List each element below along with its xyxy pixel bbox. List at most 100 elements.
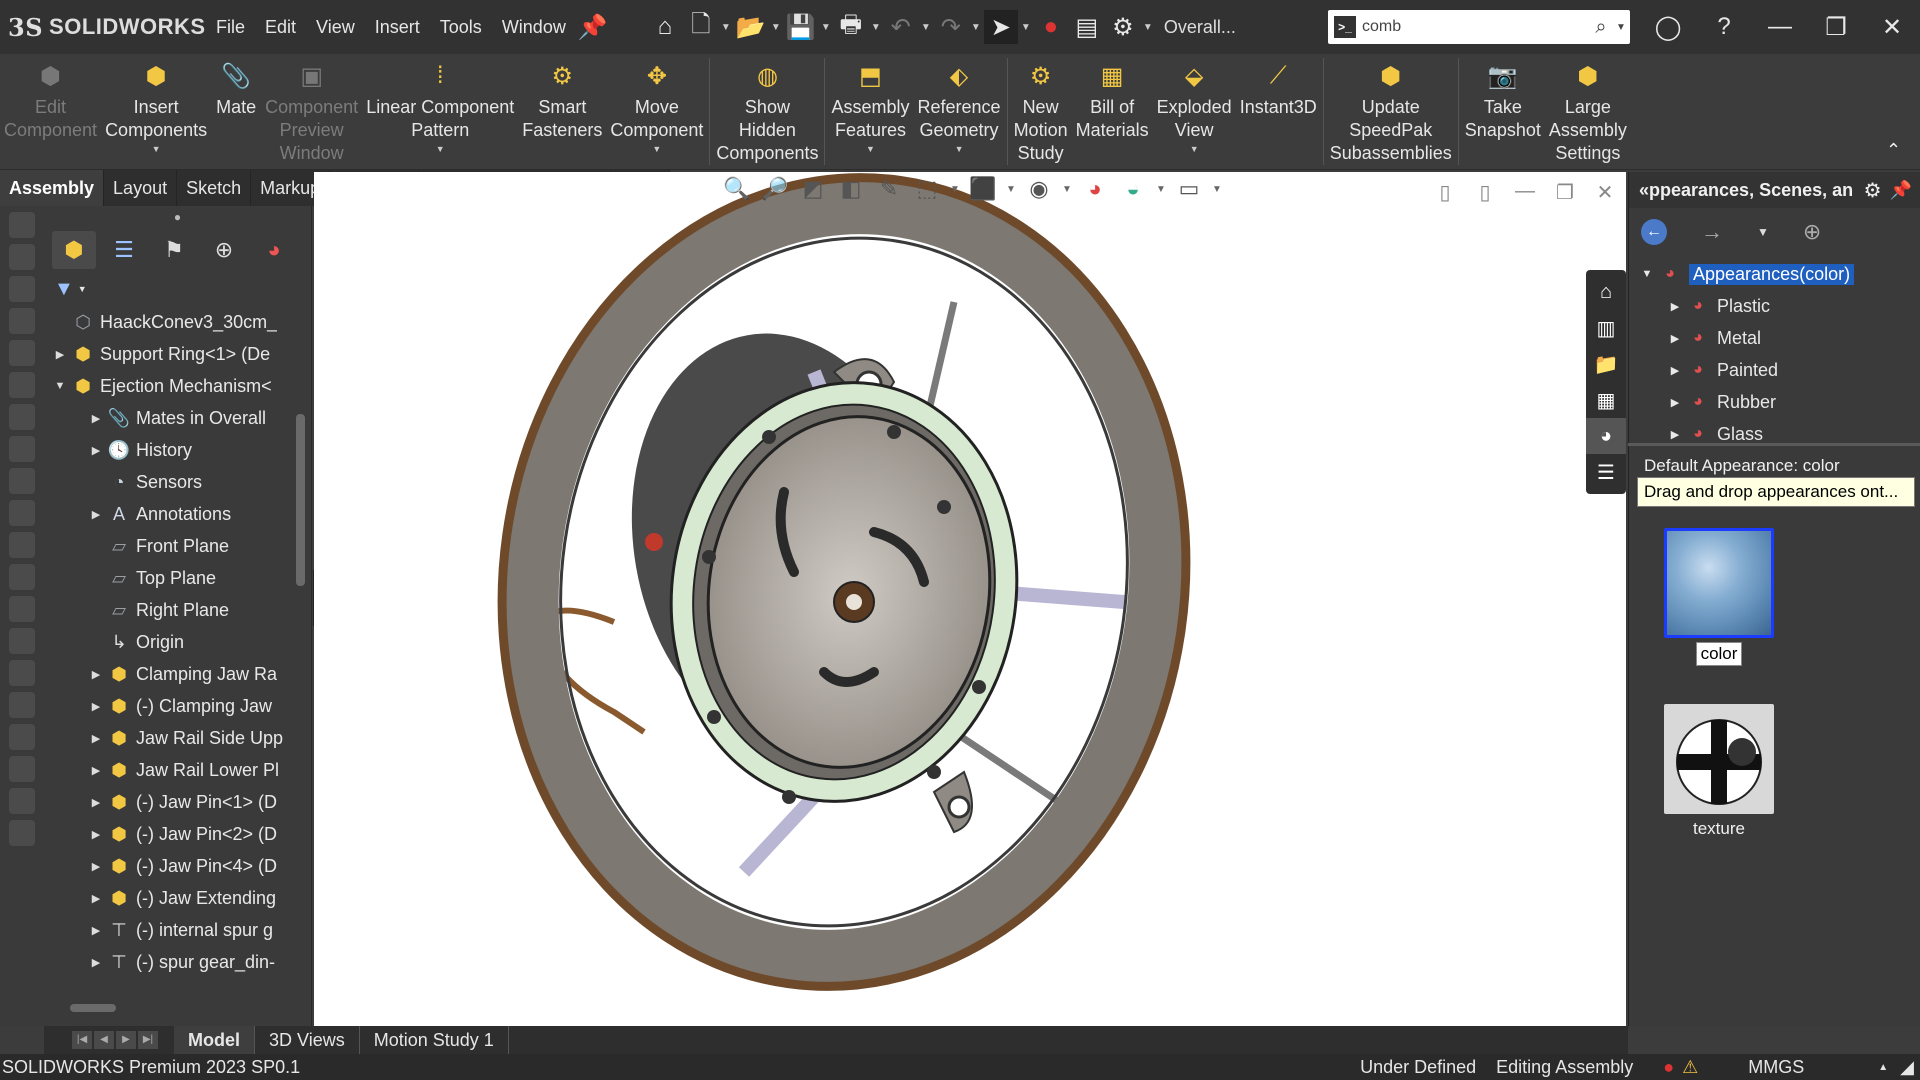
rebuild-traffic-light-icon[interactable]: ● xyxy=(1034,10,1068,44)
tree-item[interactable]: ⬡ HaackConev3_30cm_ xyxy=(44,306,294,338)
search-commands-box[interactable]: >_ ⌕ ▼ xyxy=(1328,10,1630,44)
expand-arrow-icon[interactable]: ▶ xyxy=(86,668,106,681)
chevron-down-icon[interactable]: ▼ xyxy=(78,284,87,294)
configuration-manager-tab-icon[interactable]: ⚑ xyxy=(152,231,196,269)
edit-component-button[interactable]: ⬢ Edit Component xyxy=(0,54,101,169)
insert-components-button[interactable]: ⬢ Insert Components ▼ xyxy=(101,54,211,169)
appearance-folder[interactable]: ▶ ◕ Plastic xyxy=(1629,290,1920,322)
expand-arrow-icon[interactable]: ▶ xyxy=(86,444,106,457)
tree-item[interactable]: ▶ ⬢ Clamping Jaw Ra xyxy=(44,658,294,690)
first-tab-icon[interactable]: |◀ xyxy=(72,1031,92,1049)
print-icon[interactable]: 🖶 xyxy=(834,10,868,44)
tree-horizontal-scrollbar[interactable] xyxy=(70,1004,116,1012)
appearances-scenes-icon[interactable]: ◕ xyxy=(1586,418,1626,454)
next-tab-icon[interactable]: ▶ xyxy=(116,1031,136,1049)
chevron-down-icon[interactable]: ▼ xyxy=(1020,22,1032,33)
expand-arrow-icon[interactable]: ▶ xyxy=(1665,428,1685,441)
save-icon[interactable]: 💾 xyxy=(784,10,818,44)
chevron-down-icon[interactable]: ▼ xyxy=(1004,184,1018,195)
chevron-down-icon[interactable]: ▼ xyxy=(436,144,445,154)
minimize-icon[interactable]: — xyxy=(1752,13,1808,41)
linear-pattern-button[interactable]: ⁞ Linear Component Pattern ▼ xyxy=(362,54,518,169)
tree-item[interactable]: ▶ ⬢ (-) Clamping Jaw xyxy=(44,690,294,722)
split-left-icon[interactable]: ▯ xyxy=(1430,180,1460,205)
exploded-view-button[interactable]: ⬙ Exploded View ▼ xyxy=(1153,54,1236,169)
expand-arrow-icon[interactable]: ▶ xyxy=(1665,332,1685,345)
file-explorer-icon[interactable]: 📁 xyxy=(1586,346,1626,382)
expand-arrow-icon[interactable]: ▶ xyxy=(86,828,106,841)
menu-edit[interactable]: Edit xyxy=(255,0,306,54)
forward-icon[interactable]: → xyxy=(1701,219,1723,245)
solidworks-resources-icon[interactable]: ⌂ xyxy=(1586,274,1626,310)
assembly-model[interactable] xyxy=(314,172,1626,1026)
tree-item[interactable]: ▶ 🕓 History xyxy=(44,434,294,466)
chevron-up-icon[interactable]: ▲ xyxy=(1878,1062,1888,1073)
tab-sketch[interactable]: Sketch xyxy=(177,170,252,206)
solidworks-logo[interactable]: 3S SOLIDWORKS xyxy=(0,13,206,42)
feature-tree-tab-icon[interactable]: ⬢ xyxy=(52,231,96,269)
expand-arrow-icon[interactable]: ▶ xyxy=(86,892,106,905)
tree-item[interactable]: ▶ 📎 Mates in Overall xyxy=(44,402,294,434)
tree-item[interactable]: ▶ ⬢ (-) Jaw Extending xyxy=(44,882,294,914)
tree-item[interactable]: ▶ ⬢ Jaw Rail Lower Pl xyxy=(44,754,294,786)
panel-drag-handle[interactable]: ● xyxy=(44,206,311,228)
tab-layout[interactable]: Layout xyxy=(104,170,178,206)
move-component-button[interactable]: ✥ Move Component ▼ xyxy=(606,54,707,169)
menu-view[interactable]: View xyxy=(306,0,365,54)
split-right-icon[interactable]: ▯ xyxy=(1470,180,1500,205)
chevron-down-icon[interactable]: ▼ xyxy=(652,144,661,154)
chevron-down-icon[interactable]: ▼ xyxy=(955,144,964,154)
menu-window[interactable]: Window xyxy=(492,0,576,54)
file-properties-icon[interactable]: ▤ xyxy=(1070,10,1104,44)
display-manager-tab-icon[interactable]: ◕ xyxy=(252,231,296,269)
chevron-down-icon[interactable]: ▼ xyxy=(152,144,161,154)
minimize-icon[interactable]: — xyxy=(1510,180,1540,205)
pane-splitter[interactable] xyxy=(1628,443,1920,446)
warning-icon[interactable]: ⚠ xyxy=(1682,1057,1698,1078)
resize-grip-icon[interactable]: ◢ xyxy=(1900,1057,1914,1078)
tree-item[interactable]: ▶ ⊤ (-) internal spur g xyxy=(44,914,294,946)
zoom-to-fit-icon[interactable]: 🔍 xyxy=(720,176,754,202)
chevron-down-icon[interactable]: ▼ xyxy=(720,22,732,33)
snapshot-button[interactable]: 📷 Take Snapshot xyxy=(1461,54,1545,169)
restore-icon[interactable]: ❐ xyxy=(1808,13,1864,42)
previous-tab-icon[interactable]: ◀ xyxy=(94,1031,114,1049)
chevron-down-icon[interactable]: ▼ xyxy=(1142,22,1154,33)
graphics-area[interactable] xyxy=(314,172,1626,1026)
chevron-down-icon[interactable]: ▼ xyxy=(866,144,875,154)
speedpak-button[interactable]: ⬢ Update SpeedPak Subassemblies xyxy=(1326,54,1456,169)
expand-arrow-icon[interactable]: ▶ xyxy=(86,956,106,969)
undo-icon[interactable]: ↶ xyxy=(884,10,918,44)
new-document-icon[interactable]: 🗋 xyxy=(684,10,718,44)
dimxpert-tab-icon[interactable]: ⊕ xyxy=(202,231,246,269)
chevron-down-icon[interactable]: ▼ xyxy=(1616,22,1630,33)
tree-scrollbar[interactable] xyxy=(296,414,305,586)
tree-item[interactable]: ▶ A Annotations xyxy=(44,498,294,530)
menu-insert[interactable]: Insert xyxy=(365,0,430,54)
chevron-down-icon[interactable]: ▼ xyxy=(870,22,882,33)
chevron-down-icon[interactable]: ▼ xyxy=(820,22,832,33)
instant3d-button[interactable]: ⟋ Instant3D xyxy=(1236,54,1321,169)
apply-scene-icon[interactable]: ◒ xyxy=(1116,176,1150,202)
tree-filter[interactable]: ▼ ▼ xyxy=(44,272,311,306)
property-manager-tab-icon[interactable]: ☰ xyxy=(102,231,146,269)
expand-arrow-icon[interactable]: ▼ xyxy=(1637,268,1657,280)
tree-item[interactable]: ▼ ⬢ Ejection Mechanism< xyxy=(44,370,294,402)
tree-item[interactable]: ▱ Right Plane xyxy=(44,594,294,626)
unit-system[interactable]: MMGS xyxy=(1748,1057,1804,1078)
appearance-folder[interactable]: ▼ ◕ Appearances(color) xyxy=(1629,258,1920,290)
options-gear-icon[interactable]: ⚙ xyxy=(1864,178,1882,203)
collapse-ribbon-icon[interactable]: ⌃ xyxy=(1886,140,1901,161)
mate-button[interactable]: 📎 Mate xyxy=(211,54,261,169)
account-icon[interactable]: ◯ xyxy=(1640,13,1696,42)
large-assembly-button[interactable]: ⬢ Large Assembly Settings xyxy=(1545,54,1631,169)
back-icon[interactable]: ← xyxy=(1641,219,1667,245)
open-icon[interactable]: 📂 xyxy=(734,10,768,44)
custom-properties-icon[interactable]: ☰ xyxy=(1586,454,1626,490)
chevron-down-icon[interactable]: ▼ xyxy=(970,22,982,33)
display-style-icon[interactable]: ⬛ xyxy=(966,176,1000,202)
filter-icon[interactable]: ▼ xyxy=(54,278,74,301)
expand-arrow-icon[interactable]: ▶ xyxy=(86,764,106,777)
expand-arrow-icon[interactable]: ▶ xyxy=(86,700,106,713)
pin-icon[interactable]: 📌 xyxy=(576,10,610,44)
